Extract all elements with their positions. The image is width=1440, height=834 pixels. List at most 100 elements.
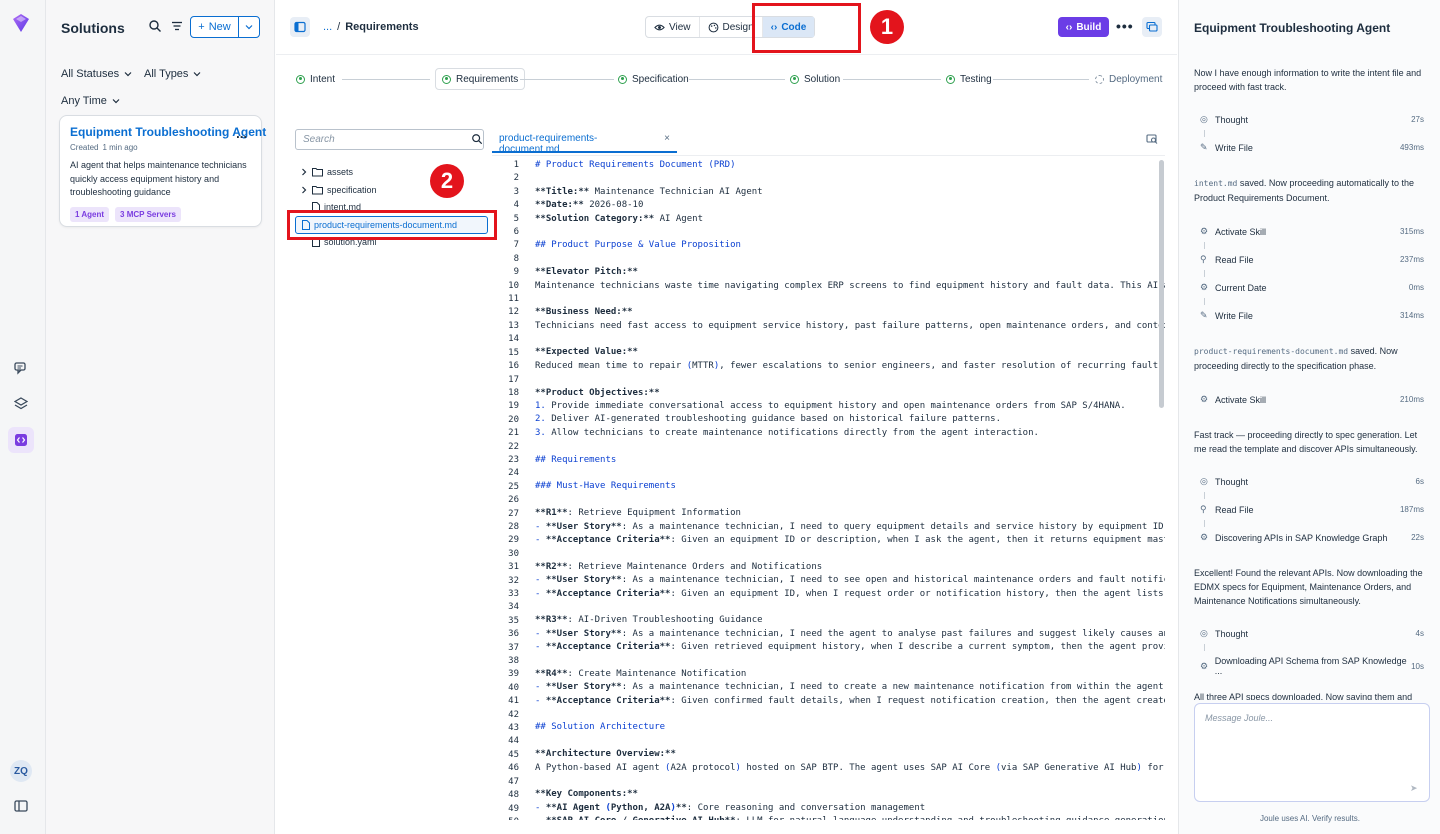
- annotation-box-prd-file: [287, 210, 497, 240]
- step-specification[interactable]: Specification: [618, 68, 689, 90]
- code-line: 3. Allow technicians to create maintenan…: [535, 427, 1039, 438]
- thought-icon: ◎: [1200, 628, 1208, 638]
- solution-card-title[interactable]: Equipment Troubleshooting Agent: [70, 125, 266, 139]
- send-icon[interactable]: ➤: [1410, 783, 1418, 794]
- layers-icon[interactable]: [11, 394, 31, 414]
- chat-message: Excellent! Found the relevant APIs. Now …: [1194, 568, 1423, 606]
- code-line: **Key Components:**: [535, 789, 638, 800]
- tool-call[interactable]: ✎ Write File 493ms: [1200, 142, 1424, 153]
- code-content[interactable]: # Product Requirements Document (PRD) **T…: [535, 159, 1165, 820]
- chat-message: Fast track — proceeding directly to spec…: [1194, 430, 1418, 454]
- code-line: **Product Objectives:**: [535, 387, 660, 398]
- line-number: 38: [508, 656, 519, 667]
- editor-scrollbar[interactable]: [1159, 160, 1164, 408]
- search-icon[interactable]: [148, 19, 162, 33]
- sidebar-toggle-icon[interactable]: [11, 796, 31, 816]
- code-line: **Architecture Overview:**: [535, 749, 676, 760]
- line-number: 17: [508, 374, 519, 385]
- line-number: 22: [508, 441, 519, 452]
- card-more-icon[interactable]: ...: [236, 126, 247, 141]
- step-deployment[interactable]: Deployment: [1095, 68, 1162, 90]
- line-number: 30: [508, 548, 519, 559]
- editor-tab[interactable]: product-requirements-document.md ×: [492, 128, 677, 155]
- step-testing[interactable]: Testing: [946, 68, 992, 90]
- line-number-gutter: 1 2 3 4 5 6 7 8 9 10 11 12 13 14 15 16 17 18 19 20 21 22 23 24 2…: [492, 159, 519, 820]
- code-line: A Python-based AI agent (A2A protocol) h…: [535, 762, 1164, 773]
- code-line: **Date:** 2026-08-10: [535, 200, 644, 211]
- line-number: 13: [508, 320, 519, 331]
- sort-filter-icon[interactable]: [170, 19, 184, 33]
- tool-call[interactable]: ◎ Thought 27s: [1200, 114, 1424, 125]
- code-line: Reduced mean time to repair (MTTR), fewe…: [535, 360, 1165, 371]
- close-tab-icon[interactable]: ×: [664, 133, 670, 146]
- status-filter[interactable]: All Statuses: [61, 68, 132, 80]
- line-number: 7: [513, 240, 519, 251]
- line-number: 31: [508, 562, 519, 573]
- code-workspace-icon[interactable]: [8, 427, 34, 453]
- new-solution-button[interactable]: + New: [191, 17, 239, 37]
- tool-call[interactable]: ⚲ Read File 237ms: [1200, 254, 1424, 265]
- tool-call[interactable]: ⚲ Read File 187ms: [1200, 504, 1424, 515]
- solution-card[interactable]: Equipment Troubleshooting Agent ... Crea…: [59, 115, 266, 227]
- time-filter[interactable]: Any Time: [61, 95, 120, 107]
- discover-icon: ⚙: [1200, 532, 1209, 542]
- user-avatar[interactable]: ZQ: [10, 760, 32, 782]
- line-number: 44: [508, 736, 519, 747]
- code-line: ### Must-Have Requirements: [535, 481, 676, 492]
- code-line: - **SAP AI Core / Generative AI Hub**: L…: [535, 815, 1165, 820]
- build-button[interactable]: ‹› Build: [1058, 17, 1109, 37]
- plus-icon: +: [198, 21, 205, 33]
- code-line: ## Requirements: [535, 454, 617, 465]
- tool-call[interactable]: ⚙ Activate Skill 315ms: [1200, 226, 1424, 237]
- tool-call[interactable]: ◎ Thought 4s: [1200, 628, 1424, 639]
- solutions-panel: Solutions + New All Statuses All Types An…: [46, 0, 275, 834]
- line-number: 39: [508, 669, 519, 680]
- chat-icon[interactable]: [11, 358, 31, 378]
- code-line: **Business Need:**: [535, 307, 633, 318]
- chat-transcript[interactable]: Now I have enough information to write t…: [1194, 60, 1430, 700]
- line-number: 12: [508, 307, 519, 318]
- chevron-down-icon: [194, 72, 201, 77]
- chevron-down-icon: [124, 72, 132, 77]
- message-input[interactable]: Message Joule...: [1194, 703, 1430, 802]
- chat-panel-toggle-icon[interactable]: [1142, 17, 1162, 37]
- line-number: 46: [508, 763, 519, 774]
- search-icon[interactable]: [471, 133, 483, 145]
- tool-call[interactable]: ⚙ Discovering APIs in SAP Knowledge Graph…: [1200, 532, 1424, 543]
- tool-call[interactable]: ⚙ Current Date 0ms: [1200, 282, 1424, 293]
- file-search-input[interactable]: Search: [295, 129, 484, 150]
- more-options-icon[interactable]: •••: [1116, 18, 1134, 34]
- line-number: 40: [508, 682, 519, 693]
- breadcrumb-current: Requirements: [345, 21, 419, 33]
- code-line: ## Solution Architecture: [535, 722, 666, 733]
- tool-call[interactable]: ◎ Thought 6s: [1200, 476, 1424, 487]
- line-number: 29: [508, 535, 519, 546]
- chat-message: intent.md saved. Now proceeding automati…: [1194, 178, 1414, 203]
- line-number: 25: [508, 481, 519, 492]
- tool-call[interactable]: ⚙ Activate Skill 210ms: [1200, 394, 1424, 405]
- code-editor[interactable]: 1 2 3 4 5 6 7 8 9 10 11 12 13 14 15 16 17 18 19 20 21 22 23 24 2…: [492, 155, 1165, 820]
- new-solution-button-group: + New: [190, 16, 260, 38]
- new-options-dropdown[interactable]: [239, 17, 259, 37]
- chat-title: Equipment Troubleshooting Agent: [1194, 21, 1391, 35]
- step-solution[interactable]: Solution: [790, 68, 840, 90]
- tool-call[interactable]: ✎ Write File 314ms: [1200, 310, 1424, 321]
- tree-folder-assets[interactable]: assets: [300, 167, 353, 177]
- view-mode-view[interactable]: View: [646, 17, 700, 37]
- eye-icon: [654, 24, 665, 30]
- panel-toggle-icon[interactable]: [290, 17, 310, 37]
- step-requirements[interactable]: Requirements: [435, 68, 526, 90]
- line-number: 28: [508, 521, 519, 532]
- open-preview-icon[interactable]: [1146, 133, 1158, 145]
- step-intent[interactable]: Intent: [296, 68, 335, 90]
- annotation-badge-2: 2: [430, 164, 464, 198]
- type-filter[interactable]: All Types: [144, 68, 201, 80]
- joule-logo-icon[interactable]: [10, 12, 32, 34]
- breadcrumb-root[interactable]: ...: [323, 21, 332, 33]
- tool-call[interactable]: ⚙ Downloading API Schema from SAP Knowled…: [1200, 656, 1424, 676]
- tree-folder-specification[interactable]: specification: [300, 185, 377, 195]
